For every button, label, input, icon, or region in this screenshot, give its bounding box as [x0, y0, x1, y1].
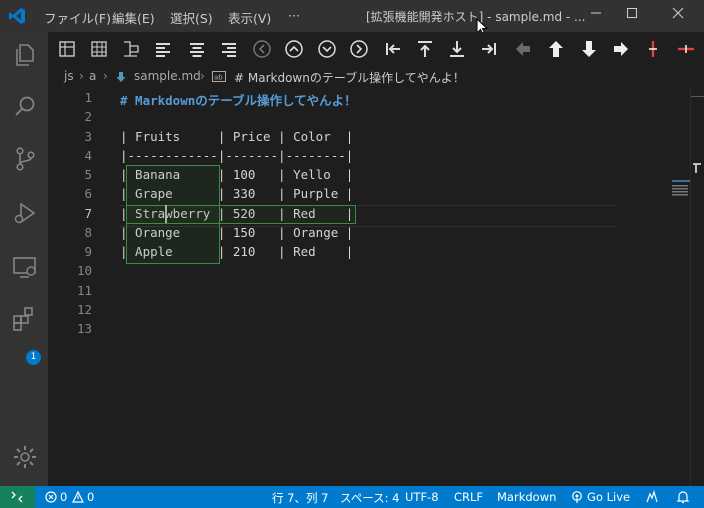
- source-control-icon[interactable]: [12, 146, 38, 172]
- remote-explorer-icon[interactable]: [12, 254, 38, 280]
- breadcrumb: js › a › sample.md › ab # Markdownのテーブル操…: [48, 66, 704, 88]
- maximize-button[interactable]: [622, 6, 642, 26]
- close-button[interactable]: [668, 6, 688, 26]
- align-center-icon[interactable]: [186, 38, 208, 60]
- settings-gear-icon[interactable]: [12, 444, 38, 470]
- indentation[interactable]: スペース: 4: [340, 490, 399, 506]
- line-number: 11: [76, 283, 92, 298]
- encoding[interactable]: UTF-8: [405, 490, 439, 504]
- notifications-bell-icon[interactable]: [676, 490, 690, 504]
- menu-file[interactable]: ファイル(F): [44, 8, 111, 27]
- heading-symbol-icon: ab: [212, 71, 226, 82]
- menu-more[interactable]: ···: [288, 8, 300, 23]
- vscode-logo-icon: [9, 8, 25, 24]
- table-insert-icon[interactable]: [120, 38, 142, 60]
- delete-row-icon[interactable]: [675, 38, 697, 60]
- jump-end-icon[interactable]: [478, 38, 500, 60]
- line-number: 2: [84, 109, 92, 124]
- line-number: 6: [84, 186, 92, 201]
- problems-indicator[interactable]: 0 0: [40, 486, 102, 508]
- maximize-icon: [627, 8, 637, 18]
- line-number: 8: [84, 225, 92, 240]
- svg-text:ab: ab: [214, 74, 223, 82]
- explorer-icon[interactable]: [12, 42, 38, 68]
- row-selection: [126, 205, 356, 224]
- jump-start-icon[interactable]: [382, 38, 404, 60]
- remote-indicator-button[interactable]: [0, 486, 35, 508]
- extensions-badge: 1: [26, 350, 41, 365]
- line-number: 4: [84, 148, 92, 163]
- jump-bottom-icon[interactable]: [446, 38, 468, 60]
- table-format-icon[interactable]: [56, 38, 78, 60]
- feedback-icon[interactable]: [645, 490, 659, 504]
- move-down-circle-icon[interactable]: [316, 38, 338, 60]
- line-number: 10: [76, 263, 92, 278]
- move-right-circle-icon[interactable]: [348, 38, 370, 60]
- title-bar: ファイル(F) 編集(E) 選択(S) 表示(V) ··· [拡張機能開発ホスト…: [0, 0, 704, 36]
- line-number: 9: [84, 244, 92, 259]
- arrow-left-icon[interactable]: [512, 38, 534, 60]
- markdown-file-icon: [116, 72, 126, 82]
- run-debug-icon[interactable]: [12, 200, 38, 226]
- breadcrumb-separator: ›: [200, 69, 205, 83]
- error-count: 0: [60, 490, 68, 504]
- minimize-button[interactable]: [586, 6, 606, 26]
- extensions-icon[interactable]: [12, 306, 38, 332]
- language-mode[interactable]: Markdown: [497, 490, 556, 504]
- move-up-circle-icon[interactable]: [283, 38, 305, 60]
- remote-icon: [11, 491, 23, 503]
- code-line[interactable]: |------------|-------|--------|: [120, 148, 353, 163]
- breadcrumb-js[interactable]: js: [64, 69, 74, 83]
- warning-count: 0: [87, 490, 95, 504]
- status-bar: 0 0 行 7、列 7 スペース: 4 UTF-8 CRLF Markdown …: [0, 486, 704, 508]
- code-line-heading[interactable]: # Markdownのテーブル操作してやんよ！: [120, 90, 357, 109]
- align-left-icon[interactable]: [152, 38, 174, 60]
- breadcrumb-a[interactable]: a: [89, 69, 96, 83]
- line-number: 13: [76, 321, 92, 336]
- breadcrumb-separator: ›: [79, 69, 84, 83]
- breadcrumb-file[interactable]: sample.md: [134, 69, 201, 83]
- error-icon: [45, 491, 57, 503]
- breadcrumb-separator: ›: [103, 69, 108, 83]
- search-icon[interactable]: [12, 94, 38, 120]
- code-line[interactable]: | Fruits | Price | Color |: [120, 129, 353, 144]
- end-of-line[interactable]: CRLF: [454, 490, 483, 504]
- line-number-active: 7: [84, 206, 92, 221]
- table-grid-icon[interactable]: [88, 38, 110, 60]
- delete-column-icon[interactable]: [642, 38, 664, 60]
- jump-top-icon[interactable]: [414, 38, 436, 60]
- line-number: 1: [84, 90, 92, 105]
- line-number: 3: [84, 129, 92, 144]
- line-number: 12: [76, 302, 92, 317]
- go-live-button[interactable]: Go Live: [587, 490, 630, 504]
- minimize-icon: [591, 12, 601, 14]
- menu-selection[interactable]: 選択(S): [170, 8, 213, 27]
- align-right-icon[interactable]: [218, 38, 240, 60]
- menu-view[interactable]: 表示(V): [228, 8, 271, 27]
- editor-toolbar: [48, 32, 704, 66]
- close-icon: [672, 7, 684, 19]
- vertical-scrollbar[interactable]: [690, 88, 704, 486]
- arrow-up-icon[interactable]: [545, 38, 567, 60]
- line-number: 5: [84, 167, 92, 182]
- text-cursor: [165, 205, 167, 223]
- activity-bar: 1: [0, 32, 48, 486]
- editor-area[interactable]: 1 2 3 4 5 6 7 8 9 10 11 12 13 # Markdown…: [48, 88, 704, 486]
- warning-icon: [72, 491, 84, 503]
- arrow-down-icon[interactable]: [578, 38, 600, 60]
- breadcrumb-heading[interactable]: # Markdownのテーブル操作してやんよ！: [234, 69, 465, 86]
- move-left-circle-icon[interactable]: [251, 38, 273, 60]
- menu-edit[interactable]: 編集(E): [112, 8, 155, 27]
- arrow-right-icon[interactable]: [610, 38, 632, 60]
- cursor-position[interactable]: 行 7、列 7: [272, 490, 328, 506]
- broadcast-icon: [572, 491, 582, 503]
